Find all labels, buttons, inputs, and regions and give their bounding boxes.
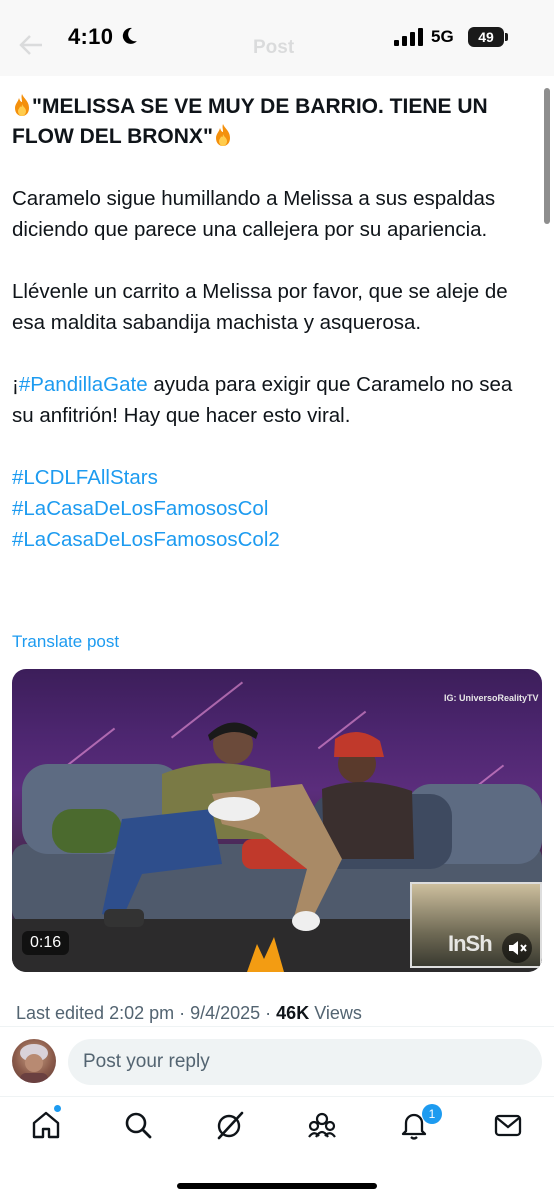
home-unread-dot xyxy=(54,1105,61,1112)
views-label: Views xyxy=(309,1003,362,1023)
reply-input[interactable]: Post your reply xyxy=(68,1039,542,1085)
video-player[interactable]: IG: UniversoRealityTV InSh 0:16 xyxy=(12,669,542,972)
cellular-signal-icon xyxy=(394,28,423,46)
inshot-mark: InSh xyxy=(448,931,493,956)
post-body: "MELISSA SE VE MUY DE BARRIO. TIENE UN F… xyxy=(12,92,538,555)
avatar[interactable] xyxy=(12,1039,56,1083)
messages-icon[interactable] xyxy=(492,1109,524,1141)
last-edited[interactable]: Last edited 2:02 pm · 9/4/2025 xyxy=(16,1003,260,1023)
battery-icon: 49 xyxy=(468,27,504,47)
do-not-disturb-moon-icon xyxy=(122,27,137,44)
hashtag-list: #LCDLFAllStars #LaCasaDeLosFamososCol #L… xyxy=(12,462,538,555)
fire-emoji-icon xyxy=(215,124,230,146)
battery-cap xyxy=(505,33,508,41)
post-headline: "MELISSA SE VE MUY DE BARRIO. TIENE UN F… xyxy=(12,92,538,152)
mute-button[interactable] xyxy=(502,933,532,963)
status-bar: Post 4:10 5G 49 xyxy=(0,0,554,76)
speaker-muted-icon xyxy=(509,941,527,955)
translate-post-link[interactable]: Translate post xyxy=(12,632,119,652)
grok-icon[interactable] xyxy=(214,1109,246,1141)
meta-separator: · xyxy=(260,1003,277,1023)
hashtag-link[interactable]: #PandillaGate xyxy=(19,373,148,396)
network-type: 5G xyxy=(431,27,454,46)
fire-emoji-icon xyxy=(15,94,29,116)
video-duration: 0:16 xyxy=(22,931,70,955)
headline-text: "MELISSA SE VE MUY DE BARRIO. TIENE UN F… xyxy=(12,95,488,148)
home-indicator xyxy=(177,1183,377,1189)
hashtag-link[interactable]: #LCDLFAllStars xyxy=(12,466,158,489)
hashtag-link[interactable]: #LaCasaDeLosFamososCol xyxy=(12,497,268,520)
views-count: 46K xyxy=(276,1003,310,1023)
avatar-image xyxy=(20,1044,48,1083)
screen-title: Post xyxy=(253,37,295,58)
status-time: 4:10 xyxy=(68,24,114,49)
back-arrow-icon[interactable] xyxy=(18,34,44,56)
video-watermark: IG: UniversoRealityTV xyxy=(444,693,539,703)
battery-level: 49 xyxy=(478,29,494,45)
notification-badge: 1 xyxy=(422,1104,442,1124)
post-meta: Last edited 2:02 pm · 9/4/2025 · 46K Vie… xyxy=(16,1003,362,1024)
scrollbar[interactable] xyxy=(544,88,550,224)
hashtag-link[interactable]: #LaCasaDeLosFamososCol2 xyxy=(12,528,280,551)
post-paragraph-3: ¡#PandillaGate ayuda para exigir que Car… xyxy=(12,369,538,431)
reply-bar: Post your reply xyxy=(0,1026,554,1096)
search-icon[interactable] xyxy=(122,1109,154,1141)
home-icon[interactable] xyxy=(30,1109,62,1141)
post-paragraph-2: Llévenle un carrito a Melissa por favor,… xyxy=(12,280,508,334)
post-paragraph-1: Caramelo sigue humillando a Melissa a su… xyxy=(12,187,496,241)
communities-icon[interactable] xyxy=(306,1109,338,1141)
paragraph-3-prefix: ¡ xyxy=(12,373,19,396)
